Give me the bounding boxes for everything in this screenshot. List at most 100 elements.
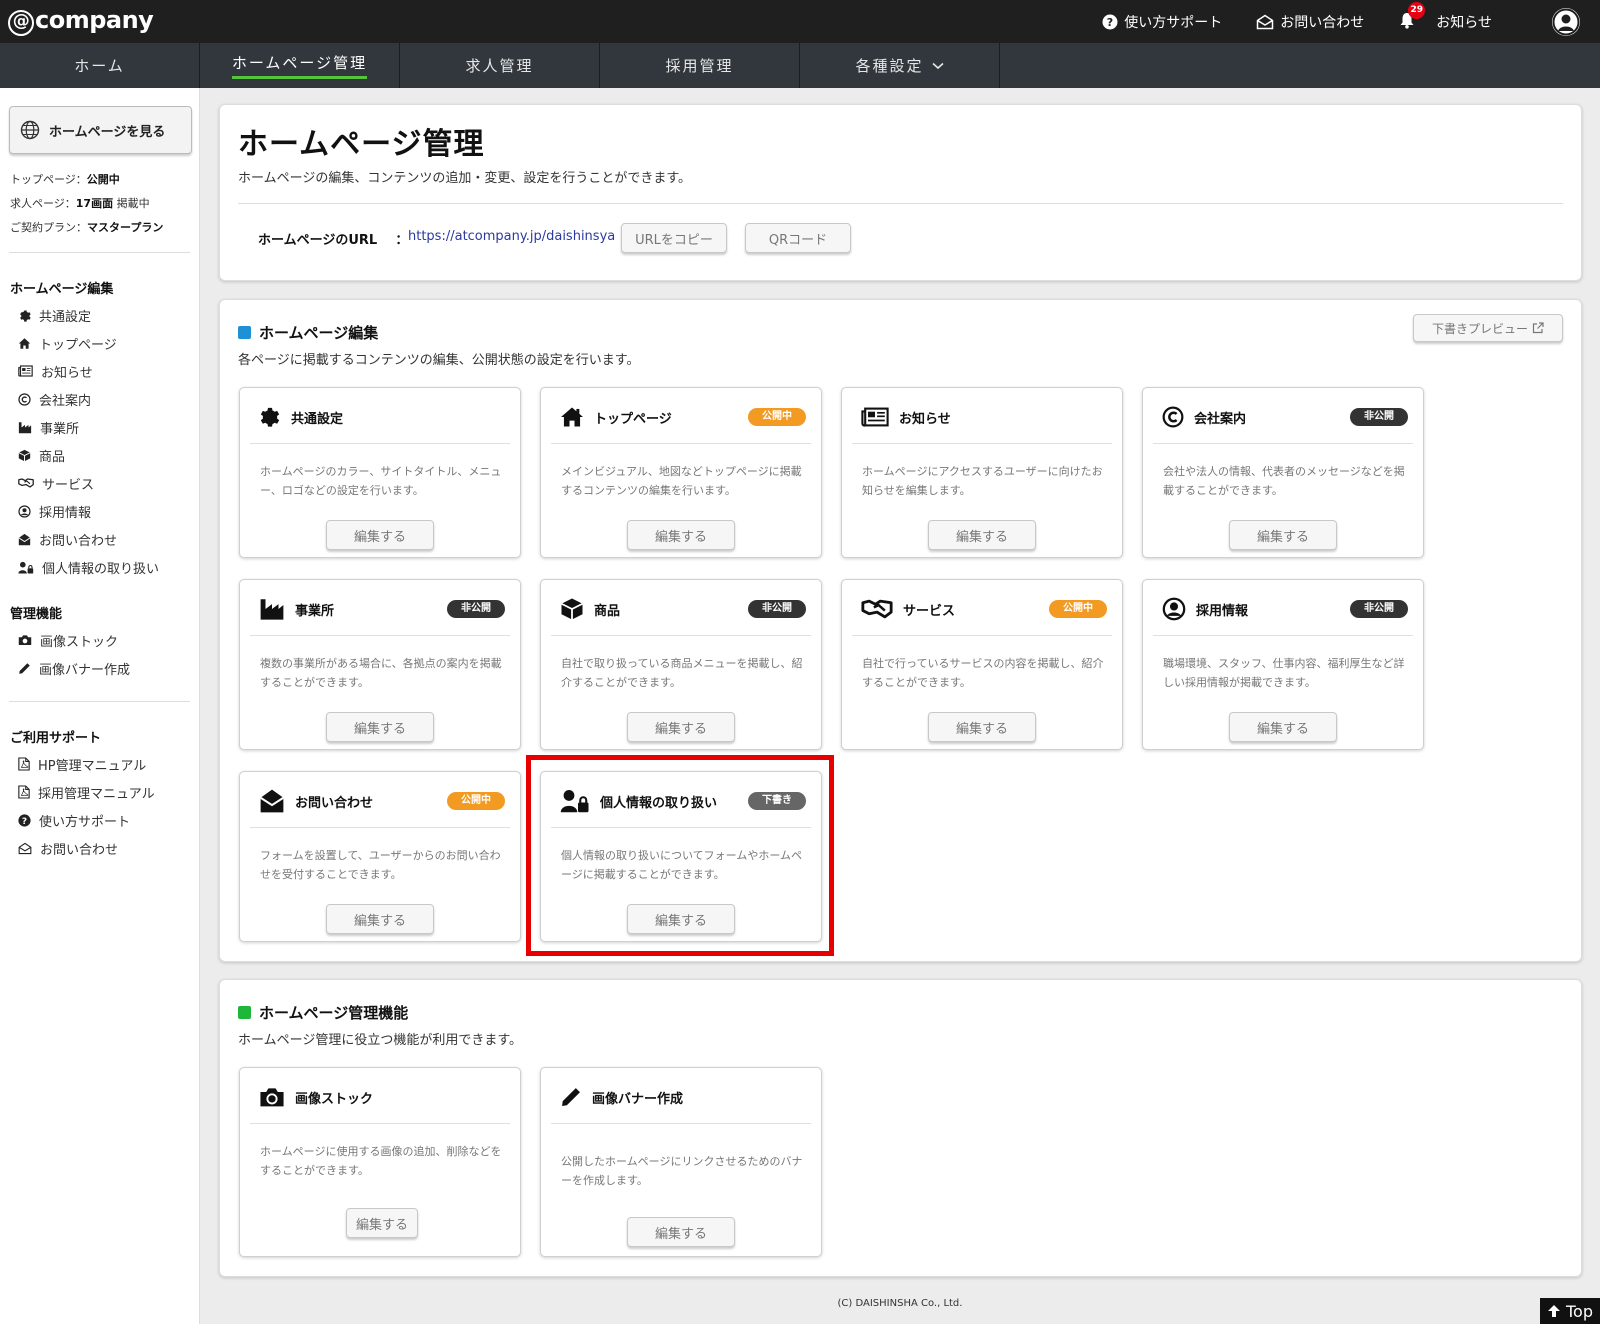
pdf-file-icon: [18, 785, 30, 799]
sidebar-item-label: 画像バナー作成: [39, 662, 131, 678]
sidebar-item-banner-creation[interactable]: 画像バナー作成: [18, 658, 130, 678]
card-header: トップページ: [560, 405, 672, 429]
card-title: 画像ストック: [295, 1091, 374, 1107]
sidebar-item-services[interactable]: サービス: [18, 473, 94, 493]
card-title: トップページ: [594, 411, 672, 427]
pencil-icon: [19, 662, 30, 674]
card-common-settings: 共通設定 ホームページのカラー、サイトタイトル、メニュー、ロゴなどの設定を行いま…: [239, 387, 521, 558]
card-offices: 事業所 非公開 複数の事業所がある場合に、各拠点の案内を掲載することができます。…: [239, 579, 521, 750]
home-icon: [18, 337, 31, 349]
card-header: 画像ストック: [259, 1085, 373, 1109]
sidebar-divider: [9, 701, 190, 702]
status-badge-private: 非公開: [748, 600, 806, 618]
edit-button[interactable]: 編集する: [326, 712, 434, 742]
card-top-page: トップページ 公開中 メインビジュアル、地図などトップページに掲載するコンテンツ…: [540, 387, 822, 558]
status-badge-draft: 下書き: [748, 792, 806, 810]
sidebar-item-contact[interactable]: お問い合わせ: [18, 529, 117, 549]
sidebar-item-label: サービス: [42, 477, 95, 493]
company-logo[interactable]: @ company: [8, 6, 154, 36]
card-divider: [551, 635, 811, 636]
edit-button[interactable]: 編集する: [627, 520, 735, 550]
edit-button[interactable]: 編集する: [1229, 712, 1337, 742]
edit-button[interactable]: 編集する: [326, 520, 434, 550]
qr-code-button[interactable]: QRコード: [745, 223, 851, 253]
sidebar-item-privacy[interactable]: 個人情報の取り扱い: [18, 557, 159, 577]
sidebar-item-products[interactable]: 商品: [18, 445, 65, 465]
tab-recruitment-management[interactable]: 採用管理: [600, 43, 800, 88]
sidebar-item-label: お知らせ: [41, 365, 93, 381]
sidebar-heading-edit: ホームページ編集: [10, 282, 114, 297]
sidebar-item-top-page[interactable]: トップページ: [18, 333, 117, 353]
edit-button[interactable]: 編集する: [928, 520, 1036, 550]
sidebar-item-usage-support[interactable]: ? 使い方サポート: [18, 810, 130, 830]
card-company-info: 会社案内 非公開 会社や法人の情報、代表者のメッセージなどを掲載することができま…: [1142, 387, 1424, 558]
sidebar-divider: [9, 252, 190, 253]
header-support-link[interactable]: ? 使い方サポート: [1102, 12, 1222, 32]
camera-icon: [260, 1088, 284, 1107]
sidebar-item-offices[interactable]: 事業所: [18, 417, 79, 437]
sidebar-item-common-settings[interactable]: 共通設定: [18, 305, 91, 325]
edit-button[interactable]: 編集する: [346, 1208, 418, 1238]
sidebar-item-label: 採用情報: [39, 505, 92, 521]
header-notice-link[interactable]: 29 お知らせ: [1398, 1, 1492, 33]
header-divider: [238, 203, 1563, 204]
edit-button[interactable]: 編集する: [928, 712, 1036, 742]
card-divider: [250, 827, 510, 828]
sidebar-item-support-contact[interactable]: お問い合わせ: [18, 838, 118, 858]
copyright-icon: [18, 392, 31, 406]
edit-button[interactable]: 編集する: [627, 904, 735, 934]
tab-job-management[interactable]: 求人管理: [400, 43, 600, 88]
sidebar-item-recruit-manual[interactable]: 採用管理マニュアル: [18, 782, 155, 802]
card-title: 共通設定: [291, 411, 344, 427]
tab-label: 各種設定: [855, 57, 924, 75]
edit-button[interactable]: 編集する: [326, 904, 434, 934]
newspaper-icon: [18, 365, 33, 377]
copy-url-button[interactable]: URLをコピー: [621, 223, 727, 253]
card-services: サービス 公開中 自社で行っているサービスの内容を掲載し、紹介することができます…: [841, 579, 1123, 750]
notification-count-badge: 29: [1408, 1, 1426, 19]
top-bar: @ company ? 使い方サポート お問い合わせ 29 お知らせ: [0, 0, 1600, 43]
page-description: ホームページの編集、コンテンツの追加・変更、設定を行うことができます。: [238, 171, 692, 186]
sidebar-item-hp-manual[interactable]: HP管理マニュアル: [18, 754, 146, 774]
card-contact: お問い合わせ 公開中 フォームを設置して、ユーザーからのお問い合わせを受付するこ…: [239, 771, 521, 942]
status-badge-public: 公開中: [748, 408, 806, 426]
card-description: 自社で行っているサービスの内容を掲載し、紹介することができます。: [862, 657, 1104, 689]
newspaper-icon: [861, 407, 889, 427]
tab-homepage-management[interactable]: ホームページ管理: [200, 43, 400, 88]
tab-settings[interactable]: 各種設定: [800, 43, 1000, 88]
card-description: 自社で取り扱っている商品メニューを掲載し、紹介することができます。: [561, 657, 803, 689]
view-homepage-button[interactable]: ホームページを見る: [9, 106, 192, 154]
edit-button[interactable]: 編集する: [627, 712, 735, 742]
draft-preview-button[interactable]: 下書きプレビュー: [1413, 314, 1563, 342]
edit-button[interactable]: 編集する: [1229, 520, 1337, 550]
card-header: 個人情報の取り扱い: [560, 789, 717, 813]
tab-label: ホームページ管理: [231, 52, 368, 79]
sidebar: ホームページを見る トップページ：公開中 求人ページ：17画面 掲載中 ご契約プ…: [0, 88, 200, 1324]
card-title: お知らせ: [899, 411, 951, 427]
sidebar-item-company-info[interactable]: 会社案内: [18, 389, 91, 409]
sidebar-item-label: 使い方サポート: [39, 814, 131, 830]
sidebar-item-image-stock[interactable]: 画像ストック: [18, 630, 118, 650]
user-icon: [1552, 8, 1580, 35]
card-description: フォームを設置して、ユーザーからのお問い合わせを受付することできます。: [260, 849, 501, 881]
card-description: 個人情報の取り扱いについてフォームやホームページに掲載することができます。: [561, 849, 803, 881]
status-badge-public: 公開中: [447, 792, 505, 810]
back-to-top-button[interactable]: Top: [1540, 1298, 1600, 1324]
tab-label: ホーム: [74, 57, 125, 75]
logo-at-mark: @: [8, 10, 34, 36]
chevron-down-icon: [931, 62, 944, 69]
header-contact-link[interactable]: お問い合わせ: [1256, 12, 1364, 32]
sidebar-item-news[interactable]: お知らせ: [18, 361, 93, 381]
footer-copyright: (C) DAISHINSHA Co., Ltd.: [837, 1298, 963, 1309]
card-title: サービス: [903, 603, 956, 619]
tools-section-title: ホームページ管理機能: [238, 1002, 408, 1023]
user-avatar[interactable]: [1552, 7, 1580, 36]
sidebar-item-label: お問い合わせ: [40, 842, 119, 858]
edit-button[interactable]: 編集する: [627, 1217, 735, 1247]
tab-home[interactable]: ホーム: [0, 43, 200, 88]
sidebar-heading-support: ご利用サポート: [10, 731, 102, 746]
sidebar-item-recruit-info[interactable]: 採用情報: [18, 501, 91, 521]
card-title: 事業所: [295, 603, 335, 619]
homepage-url-link[interactable]: https://atcompany.jp/daishinsya: [408, 229, 615, 244]
sidebar-item-label: お問い合わせ: [39, 533, 118, 549]
